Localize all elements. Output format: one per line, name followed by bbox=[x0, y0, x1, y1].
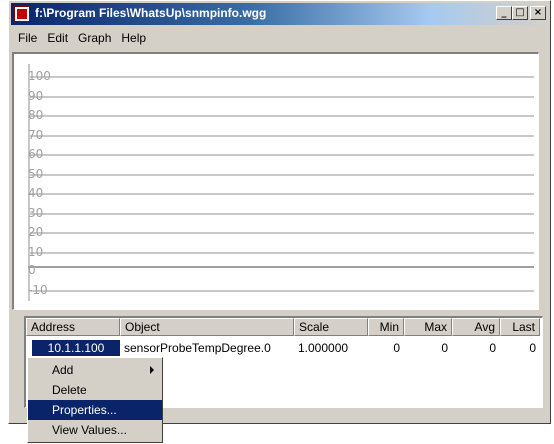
menu-item-add-label: Add bbox=[52, 363, 74, 377]
menu-item-add[interactable]: Add bbox=[28, 360, 162, 380]
title-bar[interactable]: f:\Program Files\WhatsUp\snmpinfo.wgg _ … bbox=[11, 3, 548, 25]
gridline-30 bbox=[28, 213, 534, 215]
y-label-10: 10 bbox=[28, 245, 44, 259]
cell-max[interactable]: 0 bbox=[404, 340, 452, 356]
column-header-min[interactable]: Min bbox=[368, 318, 404, 336]
column-header-scale[interactable]: Scale bbox=[294, 318, 368, 336]
cell-address[interactable]: 10.1.1.100 bbox=[32, 340, 120, 356]
y-label-0: 0 bbox=[28, 263, 36, 277]
menu-item-properties-label: Properties... bbox=[52, 403, 117, 417]
y-label-minus-10: -10 bbox=[28, 283, 48, 297]
y-label-30: 30 bbox=[28, 206, 44, 220]
caption-buttons: _ □ × bbox=[496, 6, 546, 20]
app-icon[interactable] bbox=[14, 6, 30, 22]
y-label-80: 80 bbox=[28, 108, 44, 122]
gridline-50 bbox=[28, 174, 534, 176]
cell-min[interactable]: 0 bbox=[368, 340, 404, 356]
column-header-avg[interactable]: Avg bbox=[452, 318, 500, 336]
list-header: Address Object Scale Min Max Avg Last bbox=[26, 318, 542, 336]
gridline-minus-10 bbox=[28, 290, 534, 292]
menu-help[interactable]: Help bbox=[116, 29, 151, 47]
y-label-90: 90 bbox=[28, 89, 44, 103]
gridline-100 bbox=[28, 76, 534, 78]
context-menu: Add Delete Properties... View Values... bbox=[27, 357, 163, 443]
zero-line bbox=[28, 266, 534, 268]
column-header-address[interactable]: Address bbox=[26, 318, 120, 336]
cell-object[interactable]: sensorProbeTempDegree.0 bbox=[120, 340, 294, 356]
table-row[interactable]: 10.1.1.100 sensorProbeTempDegree.0 1.000… bbox=[26, 340, 542, 356]
gridline-80 bbox=[28, 115, 534, 117]
y-label-70: 70 bbox=[28, 128, 44, 142]
window-title: f:\Program Files\WhatsUp\snmpinfo.wgg bbox=[35, 6, 267, 20]
menu-item-view-values[interactable]: View Values... bbox=[28, 420, 162, 440]
column-header-max[interactable]: Max bbox=[404, 318, 452, 336]
y-label-60: 60 bbox=[28, 147, 44, 161]
gridline-20 bbox=[28, 232, 534, 234]
close-button[interactable]: × bbox=[530, 6, 546, 20]
y-label-40: 40 bbox=[28, 186, 44, 200]
cell-scale[interactable]: 1.000000 bbox=[294, 340, 368, 356]
gridline-10 bbox=[28, 252, 534, 254]
submenu-arrow-icon bbox=[150, 366, 154, 374]
gridline-40 bbox=[28, 193, 534, 195]
menu-file[interactable]: File bbox=[13, 29, 42, 47]
menu-item-delete[interactable]: Delete bbox=[28, 380, 162, 400]
gridline-60 bbox=[28, 154, 534, 156]
cell-avg[interactable]: 0 bbox=[452, 340, 500, 356]
gridline-70 bbox=[28, 135, 534, 137]
y-label-100: 100 bbox=[28, 69, 51, 83]
menu-item-properties[interactable]: Properties... bbox=[28, 400, 162, 420]
gridline-90 bbox=[28, 96, 534, 98]
minimize-button[interactable]: _ bbox=[496, 6, 512, 20]
cell-last[interactable]: 0 bbox=[500, 340, 540, 356]
menu-edit[interactable]: Edit bbox=[42, 29, 73, 47]
menu-bar: File Edit Graph Help bbox=[13, 29, 151, 47]
menu-item-view-values-label: View Values... bbox=[52, 423, 127, 437]
column-header-last[interactable]: Last bbox=[500, 318, 540, 336]
y-label-50: 50 bbox=[28, 167, 44, 181]
graph-area[interactable]: 100 90 80 70 60 50 40 30 20 10 0 -10 bbox=[12, 52, 539, 310]
column-header-object[interactable]: Object bbox=[120, 318, 294, 336]
maximize-button[interactable]: □ bbox=[512, 6, 528, 20]
menu-item-delete-label: Delete bbox=[52, 383, 87, 397]
y-label-20: 20 bbox=[28, 225, 44, 239]
menu-graph[interactable]: Graph bbox=[73, 29, 116, 47]
